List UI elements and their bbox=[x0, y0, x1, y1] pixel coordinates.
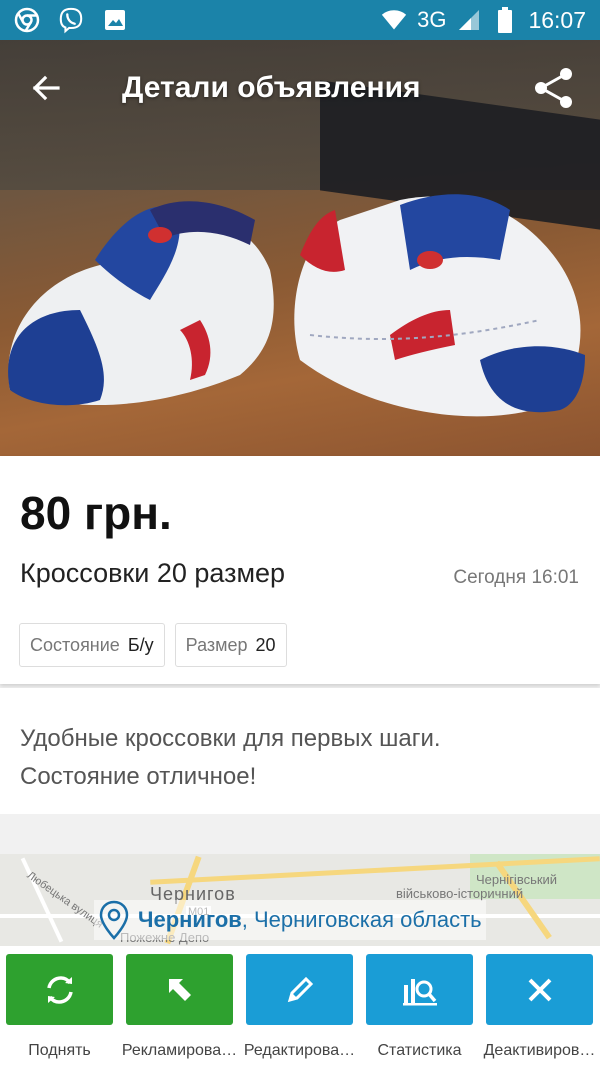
action-bar: Поднять Рекламирова… Редактирова… Статис… bbox=[0, 946, 600, 1065]
action-label: Статистика bbox=[377, 1042, 462, 1059]
action-label: Деактивиров… bbox=[483, 1042, 596, 1059]
arrow-left-icon bbox=[32, 75, 60, 101]
network-type: 3G bbox=[417, 7, 447, 32]
action-statistics[interactable]: Статистика bbox=[366, 954, 473, 1065]
promote-button[interactable] bbox=[126, 954, 233, 1025]
ad-description: Удобные кроссовки для первых шаги. Состо… bbox=[0, 688, 600, 814]
page-title: Детали объявления bbox=[122, 71, 421, 104]
param-value: 20 bbox=[255, 634, 276, 655]
chrome-icon bbox=[14, 7, 40, 33]
refresh-icon bbox=[46, 975, 73, 1004]
ad-title: Кроссовки 20 размер bbox=[20, 558, 286, 588]
map-label: Чернігівський bbox=[476, 872, 558, 887]
param-key: Состояние bbox=[30, 634, 120, 655]
map-label: військово-історичний bbox=[396, 886, 524, 901]
deactivate-button[interactable] bbox=[486, 954, 593, 1025]
action-promote[interactable]: Рекламирова… bbox=[122, 954, 237, 1065]
ad-details-screen: 3G 16:07 Детали объявления 80 грн. Кросс… bbox=[0, 0, 600, 1065]
action-deactivate[interactable]: Деактивиров… bbox=[484, 954, 595, 1065]
action-label: Редактирова… bbox=[243, 1042, 356, 1059]
arrow-up-left-icon bbox=[168, 978, 191, 1001]
action-label: Поднять bbox=[28, 1042, 91, 1059]
description-line: Состояние отличное! bbox=[20, 763, 257, 790]
clock: 16:07 bbox=[528, 6, 586, 33]
param-key: Размер bbox=[185, 634, 248, 655]
action-label: Рекламирова… bbox=[121, 1042, 238, 1059]
statistics-icon bbox=[402, 978, 437, 1005]
ad-date: Сегодня 16:01 bbox=[453, 567, 579, 588]
gallery-icon bbox=[102, 7, 128, 33]
description-line: Удобные кроссовки для первых шаги. bbox=[20, 725, 441, 752]
close-icon bbox=[528, 978, 551, 1001]
shoes-image bbox=[8, 194, 585, 417]
app-bar: Детали объявления bbox=[0, 40, 600, 136]
share-icon bbox=[535, 68, 572, 108]
battery-icon bbox=[492, 7, 518, 33]
viber-icon bbox=[58, 7, 84, 34]
action-raise[interactable]: Поднять bbox=[6, 954, 113, 1065]
map-label: Любецька вулиця bbox=[24, 869, 106, 931]
ad-price: 80 грн. bbox=[20, 487, 172, 539]
action-edit[interactable]: Редактирова… bbox=[244, 954, 355, 1065]
wifi-icon bbox=[381, 7, 407, 33]
signal-icon bbox=[456, 7, 482, 33]
param-size: Размер 20 bbox=[174, 623, 287, 667]
back-button[interactable] bbox=[22, 64, 70, 112]
ad-info-card: 80 грн. Кроссовки 20 размер Сегодня 16:0… bbox=[0, 456, 600, 684]
location-city: Чернигов bbox=[138, 907, 242, 932]
statistics-button[interactable] bbox=[366, 954, 473, 1025]
location-pin-icon bbox=[99, 900, 129, 940]
location-map[interactable]: Чернигов Чернігівський військово-історич… bbox=[0, 854, 600, 946]
location-region: , Черниговская область bbox=[241, 907, 482, 932]
edit-button[interactable] bbox=[246, 954, 353, 1025]
ad-params: Состояние Б/у Размер 20 bbox=[19, 623, 287, 667]
param-value: Б/у bbox=[127, 634, 154, 655]
status-bar: 3G 16:07 bbox=[0, 0, 600, 40]
share-button[interactable] bbox=[530, 64, 578, 112]
location: Чернигов, Черниговская область bbox=[94, 900, 486, 940]
pencil-icon bbox=[287, 976, 313, 1002]
raise-button[interactable] bbox=[6, 954, 113, 1025]
param-condition: Состояние Б/у bbox=[19, 623, 165, 667]
